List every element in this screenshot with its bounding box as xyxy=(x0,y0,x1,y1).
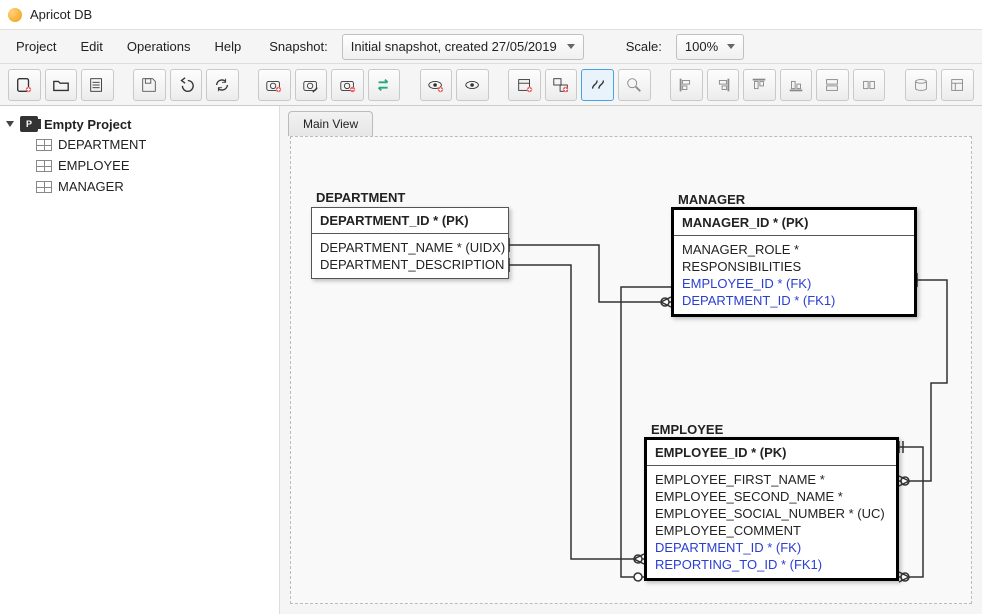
entity-column: MANAGER_ROLE * xyxy=(682,241,906,258)
entity-column-fk: DEPARTMENT_ID * (FK) xyxy=(655,539,888,556)
tree-item-label: DEPARTMENT xyxy=(58,137,146,152)
snapshot-label: Snapshot: xyxy=(255,35,332,58)
entity-manager[interactable]: MANAGER MANAGER_ID * (PK) MANAGER_ROLE *… xyxy=(671,207,917,317)
entity-column: RESPONSIBILITIES xyxy=(682,258,906,275)
er-canvas[interactable]: DEPARTMENT DEPARTMENT_ID * (PK) DEPARTME… xyxy=(290,136,972,604)
entity-employee[interactable]: EMPLOYEE EMPLOYEE_ID * (PK) EMPLOYEE_FIR… xyxy=(644,437,899,581)
tree-root-label: Empty Project xyxy=(44,117,131,132)
save-button[interactable] xyxy=(133,69,166,101)
open-project-button[interactable] xyxy=(45,69,78,101)
tree-item-manager[interactable]: MANAGER xyxy=(6,176,273,197)
tab-strip: Main View xyxy=(280,106,982,136)
snapshot-select[interactable]: Initial snapshot, created 27/05/2019 xyxy=(342,34,584,60)
tree-item-label: MANAGER xyxy=(58,179,124,194)
table-icon xyxy=(36,160,52,172)
align-right-button[interactable] xyxy=(707,69,740,101)
new-project-button[interactable] xyxy=(8,69,41,101)
entity-title: MANAGER xyxy=(674,190,749,209)
new-related-entity-button[interactable] xyxy=(545,69,578,101)
reverse-engineer-button[interactable] xyxy=(905,69,938,101)
entity-column: EMPLOYEE_FIRST_NAME * xyxy=(655,471,888,488)
table-icon xyxy=(36,181,52,193)
entity-column: EMPLOYEE_SOCIAL_NUMBER * (UC) xyxy=(655,505,888,522)
tree-item-label: EMPLOYEE xyxy=(58,158,130,173)
entity-pk: EMPLOYEE_ID * (PK) xyxy=(647,440,896,466)
align-bottom-button[interactable] xyxy=(780,69,813,101)
scale-value: 100% xyxy=(685,39,718,54)
menu-help[interactable]: Help xyxy=(204,35,251,58)
canvas-area: Main View xyxy=(280,106,982,614)
entity-column: DEPARTMENT_NAME * (UIDX) xyxy=(320,239,500,256)
entity-column-fk: EMPLOYEE_ID * (FK) xyxy=(682,275,906,292)
new-entity-button[interactable] xyxy=(508,69,541,101)
tree-item-employee[interactable]: EMPLOYEE xyxy=(6,155,273,176)
edit-snapshot-button[interactable] xyxy=(295,69,328,101)
menu-edit[interactable]: Edit xyxy=(70,35,112,58)
align-top-button[interactable] xyxy=(743,69,776,101)
title-bar: Apricot DB xyxy=(0,0,982,30)
entity-column-fk: REPORTING_TO_ID * (FK1) xyxy=(655,556,888,573)
entity-column: EMPLOYEE_COMMENT xyxy=(655,522,888,539)
project-settings-button[interactable] xyxy=(81,69,114,101)
entity-column: DEPARTMENT_DESCRIPTION xyxy=(320,256,500,273)
edit-view-button[interactable] xyxy=(456,69,489,101)
search-button[interactable] xyxy=(618,69,651,101)
entity-columns: DEPARTMENT_NAME * (UIDX) DEPARTMENT_DESC… xyxy=(312,234,508,278)
menu-bar: Project Edit Operations Help Snapshot: I… xyxy=(0,30,982,64)
main-split: P Empty Project DEPARTMENT EMPLOYEE MANA… xyxy=(0,106,982,614)
snapshot-value: Initial snapshot, created 27/05/2019 xyxy=(351,39,557,54)
entity-title: EMPLOYEE xyxy=(647,420,727,439)
app-title: Apricot DB xyxy=(30,7,92,22)
scale-select[interactable]: 100% xyxy=(676,34,744,60)
align-left-button[interactable] xyxy=(670,69,703,101)
app-icon xyxy=(8,8,22,22)
same-width-button[interactable] xyxy=(816,69,849,101)
chevron-down-icon xyxy=(567,44,575,49)
entity-department[interactable]: DEPARTMENT DEPARTMENT_ID * (PK) DEPARTME… xyxy=(311,207,509,279)
entity-pk: MANAGER_ID * (PK) xyxy=(674,210,914,236)
generate-script-button[interactable] xyxy=(941,69,974,101)
entity-column-fk: DEPARTMENT_ID * (FK1) xyxy=(682,292,906,309)
entity-columns: MANAGER_ROLE * RESPONSIBILITIES EMPLOYEE… xyxy=(674,236,914,314)
tree-toggle-icon[interactable] xyxy=(6,121,14,127)
minimize-width-button[interactable] xyxy=(853,69,886,101)
new-relationship-button[interactable] xyxy=(581,69,614,101)
tree-item-department[interactable]: DEPARTMENT xyxy=(6,134,273,155)
entity-pk: DEPARTMENT_ID * (PK) xyxy=(312,208,508,234)
table-icon xyxy=(36,139,52,151)
project-tree: P Empty Project DEPARTMENT EMPLOYEE MANA… xyxy=(0,106,280,614)
chevron-down-icon xyxy=(727,44,735,49)
tab-main-view[interactable]: Main View xyxy=(288,111,373,136)
menu-operations[interactable]: Operations xyxy=(117,35,201,58)
entity-title: DEPARTMENT xyxy=(312,188,409,207)
menu-project[interactable]: Project xyxy=(6,35,66,58)
entity-columns: EMPLOYEE_FIRST_NAME * EMPLOYEE_SECOND_NA… xyxy=(647,466,896,578)
project-icon: P xyxy=(20,116,38,132)
delete-snapshot-button[interactable] xyxy=(331,69,364,101)
scale-label: Scale: xyxy=(612,35,666,58)
tree-root[interactable]: P Empty Project xyxy=(6,114,273,134)
entity-column: EMPLOYEE_SECOND_NAME * xyxy=(655,488,888,505)
new-view-button[interactable] xyxy=(420,69,453,101)
new-snapshot-button[interactable] xyxy=(258,69,291,101)
refresh-button[interactable] xyxy=(206,69,239,101)
toolbar xyxy=(0,64,982,106)
undo-button[interactable] xyxy=(170,69,203,101)
compare-snapshot-button[interactable] xyxy=(368,69,401,101)
